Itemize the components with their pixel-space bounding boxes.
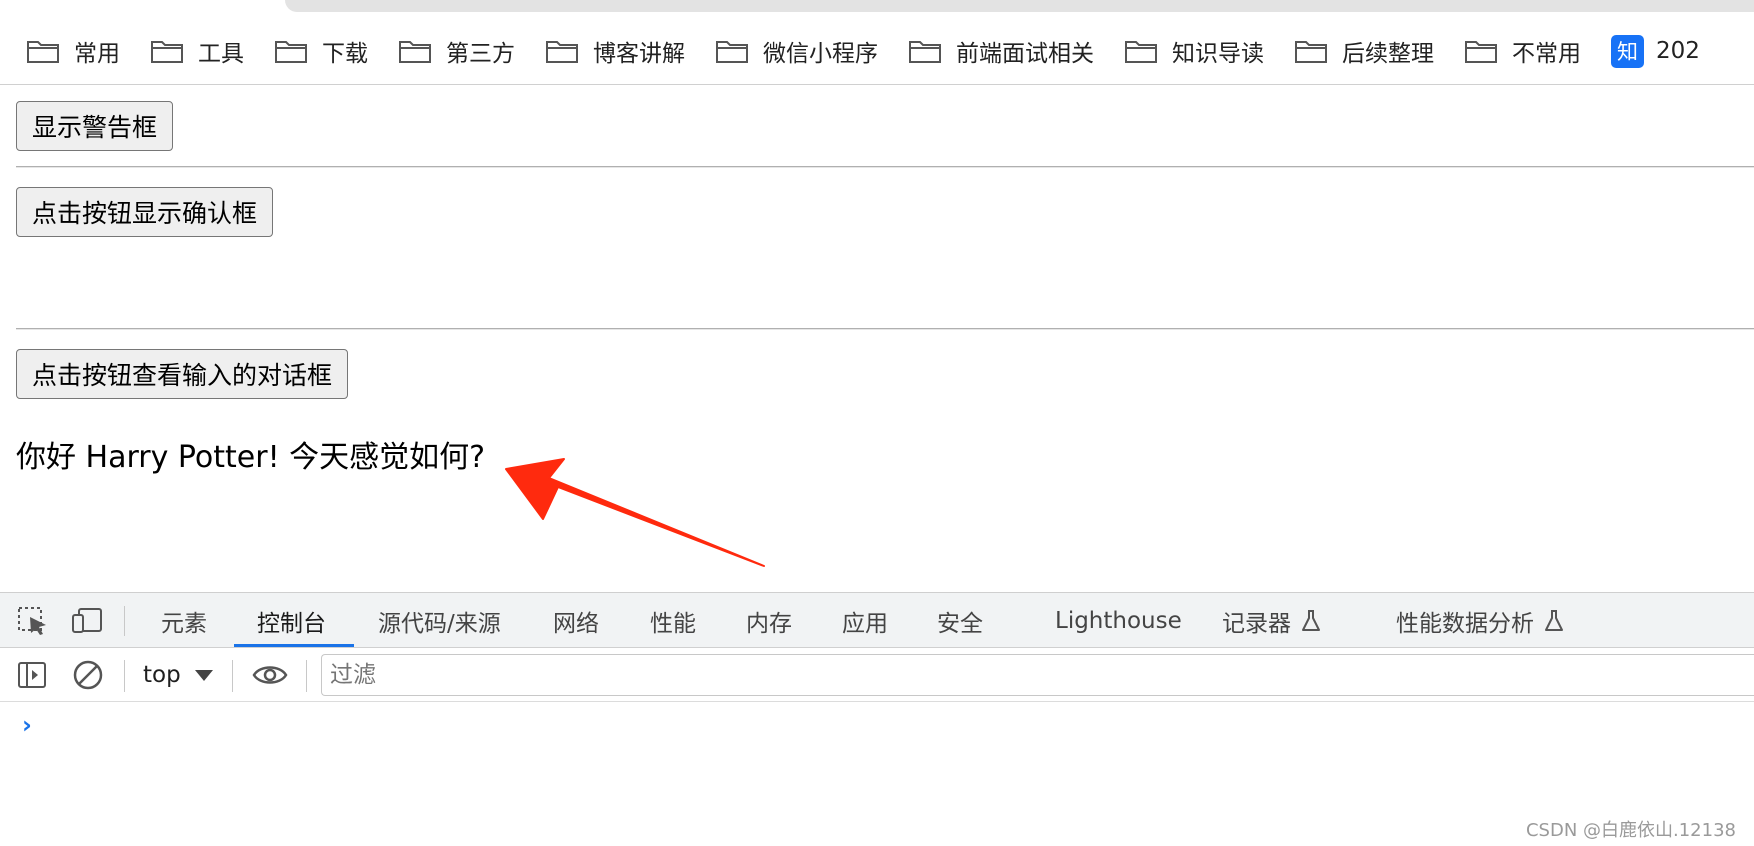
bookmark-label: 前端面试相关 (956, 41, 1094, 67)
folder-icon (151, 41, 183, 63)
show-prompt-button[interactable]: 点击按钮查看输入的对话框 (16, 349, 349, 399)
bookmark-label: 不常用 (1512, 41, 1581, 67)
console-toolbar: top (0, 648, 1754, 702)
greeting-text: 你好 Harry Potter! 今天感觉如何? (16, 440, 486, 475)
dropdown-caret-icon (194, 669, 213, 681)
tab-lighthouse[interactable]: Lighthouse (1055, 593, 1182, 648)
bookmark-label: 202 (1656, 38, 1700, 64)
bookmark-folder-2[interactable]: 工具 (150, 31, 244, 71)
folder-icon (399, 41, 431, 63)
show-confirm-button[interactable]: 点击按钮显示确认框 (16, 187, 274, 237)
bookmark-folder-7[interactable]: 前端面试相关 (908, 31, 1094, 71)
toolbar-separator (124, 660, 125, 692)
bookmark-label: 知识导读 (1172, 41, 1264, 67)
tab-performance-insights-label: 性能数据分析 (1396, 610, 1534, 637)
folder-icon (1465, 41, 1497, 63)
live-expression-eye-icon[interactable] (252, 659, 288, 691)
bookmark-label: 微信小程序 (763, 41, 878, 67)
bookmark-label: 博客讲解 (593, 41, 685, 67)
devtools-panel: 元素 控制台 源代码/来源 网络 性能 内存 应用 安全 Lighthouse … (0, 592, 1754, 846)
console-filter-input[interactable] (321, 654, 1754, 696)
folder-icon (27, 41, 59, 63)
tab-recorder[interactable]: 记录器 (1222, 593, 1321, 648)
bookmark-folder-1[interactable]: 常用 (26, 31, 120, 71)
tab-security[interactable]: 安全 (937, 593, 983, 648)
tabbar-separator (124, 606, 125, 636)
bookmark-label: 后续整理 (1342, 41, 1434, 67)
bookmarks-bar: 常用 工具 下载 第三方 博客讲解 微信小程序 前端面试相关 知识导读 后续整理… (0, 22, 1754, 80)
toolbar-separator (232, 660, 233, 692)
bookmark-label: 下载 (322, 41, 368, 67)
folder-icon (1295, 41, 1327, 63)
console-prompt[interactable]: › (22, 711, 32, 739)
tab-sources[interactable]: 源代码/来源 (378, 593, 501, 648)
bookmark-label: 常用 (74, 41, 120, 67)
tab-application[interactable]: 应用 (842, 593, 888, 648)
tab-performance[interactable]: 性能 (650, 593, 696, 648)
bookmark-folder-8[interactable]: 知识导读 (1124, 31, 1264, 71)
bookmark-folder-9[interactable]: 后续整理 (1294, 31, 1434, 71)
active-tab-indicator (234, 644, 354, 647)
context-selector[interactable]: top (143, 658, 213, 692)
tab-strip (285, 0, 1754, 12)
zhihu-icon: 知 (1611, 34, 1644, 68)
experimental-flask-icon (1302, 609, 1320, 631)
folder-icon (716, 41, 748, 63)
sidebar-toggle-icon[interactable] (16, 659, 48, 691)
show-alert-button[interactable]: 显示警告框 (16, 101, 174, 151)
tab-console[interactable]: 控制台 (257, 593, 326, 648)
bookmark-folder-3[interactable]: 下载 (274, 31, 368, 71)
folder-icon (1125, 41, 1157, 63)
watermark: CSDN @白鹿依山.12138 (1525, 820, 1736, 841)
bookmark-zhihu[interactable]: 知 202 (1611, 34, 1700, 68)
tab-network[interactable]: 网络 (553, 593, 599, 648)
devtools-tabbar: 元素 控制台 源代码/来源 网络 性能 内存 应用 安全 Lighthouse … (0, 593, 1754, 648)
bookmark-label: 工具 (198, 41, 244, 67)
experimental-flask-icon (1545, 609, 1563, 631)
folder-icon (909, 41, 941, 63)
horizontal-rule (16, 328, 1754, 330)
bookmark-folder-4[interactable]: 第三方 (398, 31, 515, 71)
toolbar-separator (306, 660, 307, 692)
bookmarks-divider (0, 84, 1754, 85)
tab-elements[interactable]: 元素 (161, 593, 207, 648)
folder-icon (546, 41, 578, 63)
tab-memory[interactable]: 内存 (746, 593, 792, 648)
device-toolbar-icon[interactable] (70, 605, 104, 635)
clear-console-icon[interactable] (72, 659, 104, 691)
bookmark-folder-10[interactable]: 不常用 (1464, 31, 1581, 71)
folder-icon (275, 41, 307, 63)
inspect-element-icon[interactable] (16, 605, 50, 635)
context-selector-value: top (143, 662, 181, 688)
bookmark-folder-6[interactable]: 微信小程序 (715, 31, 878, 71)
bookmark-folder-5[interactable]: 博客讲解 (545, 31, 685, 71)
tab-recorder-label: 记录器 (1222, 610, 1291, 637)
tab-performance-insights[interactable]: 性能数据分析 (1396, 593, 1564, 648)
bookmark-label: 第三方 (446, 41, 515, 67)
horizontal-rule (16, 166, 1754, 168)
